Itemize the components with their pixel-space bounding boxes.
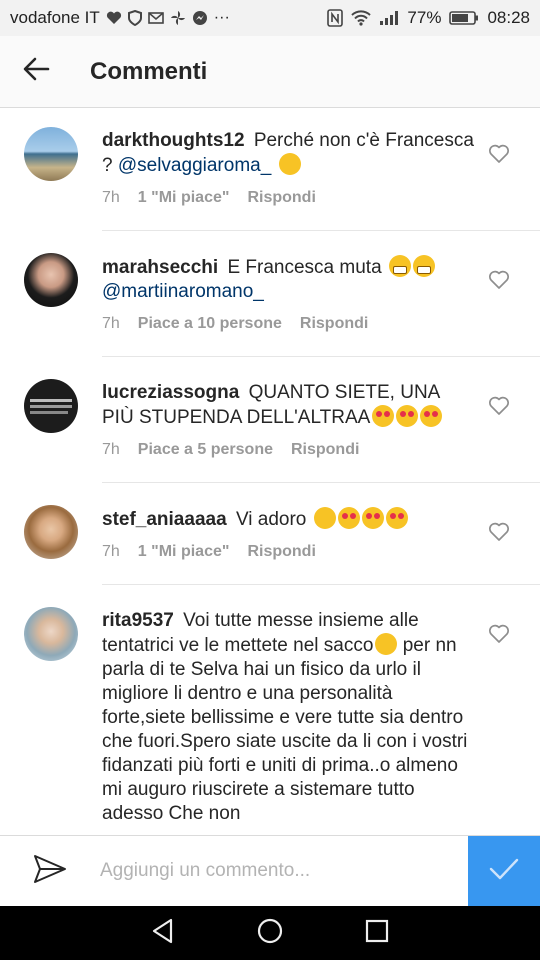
reply-button[interactable]: Rispondi (247, 189, 315, 207)
heart-eyes-emoji-icon (361, 507, 384, 529)
system-nav-bar (0, 906, 540, 960)
pinwheel-notification-icon (170, 10, 186, 26)
comment-mention[interactable]: @martiinaromano_ (102, 281, 264, 302)
comment-text: E Francesca muta (227, 257, 382, 278)
wink-emoji-icon (375, 633, 398, 655)
comment-item: darkthoughts12 Perché non c'è Francesca … (0, 109, 540, 231)
heart-eyes-emoji-icon (396, 405, 419, 427)
comments-list: darkthoughts12 Perché non c'è Francesca … (0, 109, 540, 835)
comment-mention[interactable]: @selvaggiaroma_ (118, 155, 271, 176)
comment-item: marahsecchi E Francesca muta @martiinaro… (0, 231, 540, 357)
comment-text: Vi adoro (235, 509, 307, 530)
avatar[interactable] (24, 505, 78, 559)
heart-outline-icon[interactable] (488, 395, 510, 417)
comment-username[interactable]: marahsecchi (102, 257, 218, 278)
comment-item: stef_aniaaaaa Vi adoro 7h 1 "Mi piace" R… (0, 483, 540, 585)
reply-button[interactable]: Rispondi (247, 543, 315, 561)
nfc-icon (327, 9, 344, 27)
comment-time: 7h (102, 441, 120, 458)
avatar[interactable] (24, 607, 78, 661)
comment-text-continued: per nn parla di te Selva hai un fisico d… (102, 635, 468, 824)
carrier-label: vodafone IT (10, 8, 100, 27)
post-comment-button[interactable] (468, 835, 540, 907)
comment-username[interactable]: rita9537 (102, 610, 174, 631)
comment-input[interactable] (100, 860, 468, 882)
nav-home-button[interactable] (250, 913, 290, 953)
heart-eyes-emoji-icon (420, 405, 443, 427)
comment-item: lucreziassogna QUANTO SIETE, UNA PIÙ STU… (0, 357, 540, 483)
comment-time: 7h (102, 543, 120, 560)
mail-notification-icon (147, 12, 164, 24)
reply-button[interactable]: Rispondi (291, 441, 359, 459)
comment-username[interactable]: stef_aniaaaaa (102, 509, 227, 530)
heart-eyes-emoji-icon (337, 507, 360, 529)
app-header: Commenti (0, 36, 540, 108)
nav-recents-button[interactable] (357, 913, 397, 953)
reply-button[interactable]: Rispondi (300, 315, 368, 333)
comment-likes[interactable]: 1 "Mi piace" (138, 189, 230, 207)
triangle-back-icon (151, 918, 175, 949)
status-bar: vodafone IT ··· 77% 08:28 (0, 0, 540, 36)
heart-notification-icon (106, 11, 122, 25)
more-notifications-icon: ··· (213, 9, 230, 26)
comment-time: 7h (102, 315, 120, 332)
avatar[interactable] (24, 379, 78, 433)
comment-composer (0, 835, 540, 907)
circle-home-icon (256, 917, 284, 950)
comment-item: rita9537 Voi tutte messe insieme alle te… (0, 585, 540, 835)
nav-back-button[interactable] (143, 913, 183, 953)
comment-likes[interactable]: Piace a 5 persone (138, 441, 273, 459)
grin-emoji-icon (388, 255, 411, 277)
heart-outline-icon[interactable] (488, 623, 510, 645)
messenger-notification-icon (192, 10, 208, 26)
battery-icon (449, 10, 479, 26)
direct-share-button[interactable] (0, 836, 100, 906)
signal-icon (379, 10, 399, 26)
heart-eyes-emoji-icon (372, 405, 395, 427)
wifi-icon (351, 10, 372, 26)
comment-likes[interactable]: Piace a 10 persone (138, 315, 282, 333)
arrow-left-icon (22, 55, 50, 88)
battery-percent: 77% (407, 8, 442, 27)
paper-plane-icon (33, 854, 67, 889)
clock: 08:28 (487, 8, 530, 27)
comment-time: 7h (102, 189, 120, 206)
avatar[interactable] (24, 127, 78, 181)
heart-outline-icon[interactable] (488, 143, 510, 165)
kiss-emoji-icon (313, 507, 336, 529)
heart-outline-icon[interactable] (488, 269, 510, 291)
smirk-emoji-icon (278, 153, 301, 175)
comment-username[interactable]: lucreziassogna (102, 382, 239, 403)
heart-eyes-emoji-icon (385, 507, 408, 529)
square-recents-icon (365, 919, 389, 948)
avatar[interactable] (24, 253, 78, 307)
heart-outline-icon[interactable] (488, 521, 510, 543)
shield-notification-icon (127, 10, 142, 26)
checkmark-icon (489, 857, 519, 886)
comment-likes[interactable]: 1 "Mi piace" (138, 543, 230, 561)
comment-username[interactable]: darkthoughts12 (102, 130, 245, 151)
back-button[interactable] (0, 36, 72, 108)
page-title: Commenti (90, 57, 208, 85)
grin-emoji-icon (412, 255, 435, 277)
